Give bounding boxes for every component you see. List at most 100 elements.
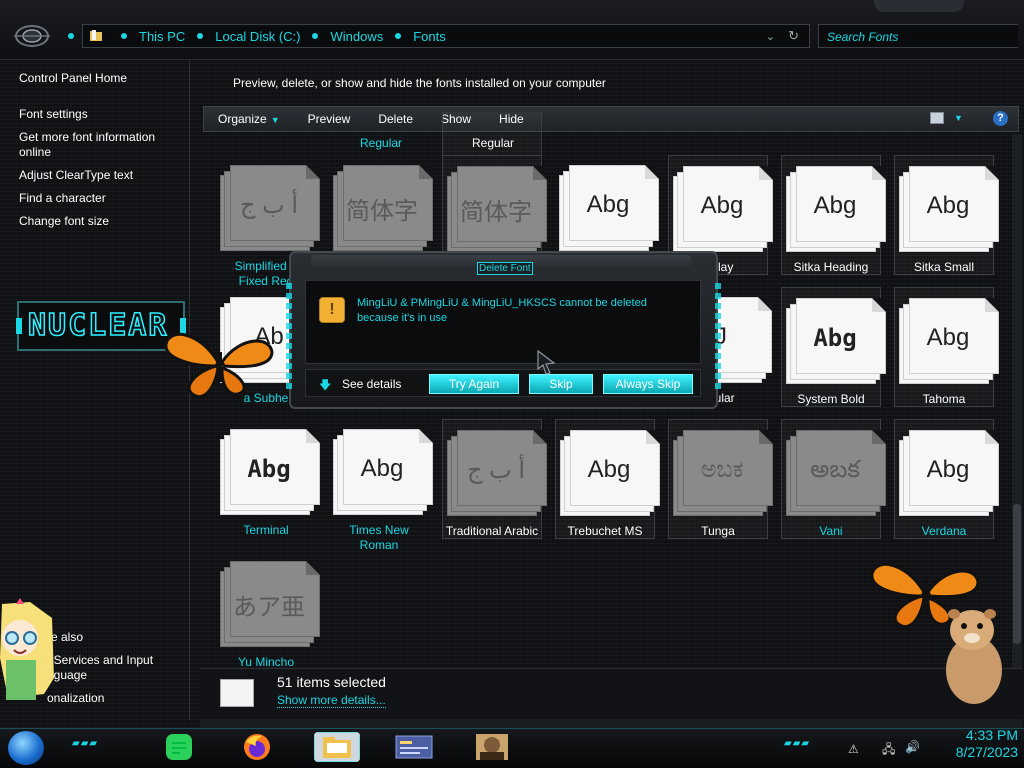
scrollbar-thumb[interactable]	[1013, 504, 1021, 644]
font-tile[interactable]: Abg Trebuchet MS	[555, 419, 660, 539]
font-tile[interactable]: Abg Sitka Heading	[781, 155, 886, 275]
font-tile[interactable]: Abg System Bold	[781, 287, 886, 407]
search-input[interactable]: Search Fonts	[818, 24, 1018, 48]
font-tile[interactable]: Abg Sitka Small	[894, 155, 999, 275]
selection-count: 51 items selected	[277, 674, 386, 690]
font-tile[interactable]: Abg Tahoma	[894, 287, 999, 407]
help-icon[interactable]: ?	[993, 111, 1008, 126]
change-view-icon[interactable]	[930, 112, 944, 124]
sidebar-font-settings[interactable]: Font settings	[19, 107, 88, 122]
font-tile[interactable]: Abg Times New Roman	[329, 419, 433, 552]
font-tile[interactable]: అబక Vani	[781, 419, 886, 539]
window-controls-nub[interactable]	[874, 0, 964, 12]
folder-icon	[90, 30, 102, 41]
font-preview-glyph: Abg	[700, 192, 744, 219]
breadcrumb-separator-icon	[197, 33, 204, 39]
network-alert-icon[interactable]: ⚠	[848, 742, 859, 756]
caret-down-icon: ▼	[270, 115, 280, 125]
breadcrumb-windows[interactable]: Windows	[330, 29, 383, 44]
always-skip-button[interactable]: Always Skip	[603, 374, 693, 394]
sidebar-text-services[interactable]: t Services and Input nguage	[47, 653, 153, 683]
box-app-icon[interactable]	[474, 732, 510, 762]
sidebar-control-panel-home[interactable]: Control Panel Home	[19, 71, 127, 86]
clock-time: 4:33 PM	[965, 727, 1018, 743]
font-tile[interactable]: Abg Verdana	[894, 419, 999, 539]
font-preview-glyph: Abg	[360, 455, 404, 482]
font-preview-glyph: 简体字	[346, 198, 418, 225]
mouse-cursor-icon	[537, 349, 556, 375]
font-name-label: Verdana	[921, 524, 967, 538]
start-orb-icon[interactable]	[8, 731, 44, 765]
font-name-label: System Bold	[797, 392, 865, 406]
font-preview-glyph: Abg	[813, 324, 857, 352]
sidebar-adjust-cleartype[interactable]: Adjust ClearType text	[19, 168, 133, 183]
taskbar	[0, 728, 1024, 768]
font-name-label: Sitka Heading	[793, 260, 869, 274]
caret-down-icon[interactable]: ▼	[954, 113, 963, 123]
clock-date: 8/27/2023	[955, 744, 1018, 760]
font-tile[interactable]: ಅಬಕ Tunga	[668, 419, 773, 539]
nuclear-logo-text: NUCLEAR	[27, 307, 169, 344]
font-tile[interactable]: أ ب ج Traditional Arabic	[442, 419, 547, 539]
command-bar: Organize ▼ Preview Delete Show Hide	[203, 106, 1019, 132]
breadcrumb-separator-icon	[395, 33, 402, 39]
font-name-label: Tahoma	[922, 392, 966, 406]
see-details-toggle[interactable]: See details	[342, 377, 401, 391]
font-preview-glyph: Abg	[247, 455, 291, 483]
skip-button[interactable]: Skip	[529, 374, 593, 394]
breadcrumb-this-pc[interactable]: This PC	[139, 29, 185, 44]
network-icon[interactable]: 🖧	[882, 740, 895, 761]
font-preview-glyph: Abg	[587, 456, 631, 483]
breadcrumb-fonts[interactable]: Fonts	[413, 29, 446, 44]
font-preview-glyph: ಅಬಕ	[700, 456, 744, 483]
recent-locations-icon[interactable]	[68, 33, 74, 39]
sidebar-change-font-size[interactable]: Change font size	[19, 214, 109, 229]
vertical-scrollbar[interactable]	[1012, 134, 1022, 668]
preview-button[interactable]: Preview	[294, 112, 365, 126]
selected-fonts-thumbnail	[220, 679, 254, 707]
font-name-label: Times New Roman	[349, 523, 409, 552]
sidebar-find-character[interactable]: Find a character	[19, 191, 106, 206]
breadcrumb: This PC Local Disk (C:) Windows Fonts	[109, 29, 446, 44]
font-preview-glyph: Abg	[926, 324, 970, 351]
expand-details-icon[interactable]: 🡇	[319, 376, 331, 397]
taskbar-clock[interactable]: 4:33 PM 8/27/2023	[932, 727, 1018, 761]
try-again-button[interactable]: Try Again	[429, 374, 519, 394]
taskbar-right-accent: ▰▰▰	[784, 738, 811, 749]
font-name-label: Trebuchet MS	[567, 524, 643, 538]
chevron-down-icon[interactable]: ⌄	[766, 30, 775, 43]
show-more-details-link[interactable]: Show more details...	[277, 693, 386, 708]
hamster-icon	[946, 609, 1002, 704]
font-name-label: Vani	[819, 524, 843, 538]
font-preview-glyph: أ ب ج	[239, 192, 299, 219]
font-tile[interactable]: Abg Terminal	[216, 419, 320, 539]
back-button-orb-icon[interactable]	[14, 22, 50, 50]
control-panel-icon[interactable]	[394, 732, 434, 762]
font-preview-glyph: Abg	[586, 191, 630, 218]
font-name-label: Sitka Small	[913, 260, 975, 274]
font-tile[interactable]: あア亜 Yu Mincho	[216, 551, 320, 671]
organize-label: Organize	[218, 112, 267, 126]
firefox-icon[interactable]	[242, 732, 272, 762]
delete-button[interactable]: Delete	[364, 112, 427, 126]
horizontal-scrollbar[interactable]	[200, 720, 1022, 728]
organize-button[interactable]: Organize ▼	[204, 112, 294, 126]
volume-icon[interactable]: 🔊	[905, 740, 920, 754]
dialog-message: MingLiU & PMingLiU & MingLiU_HKSCS canno…	[357, 297, 647, 324]
warning-icon: !	[319, 297, 345, 323]
file-explorer-icon[interactable]	[314, 732, 360, 762]
butterfly-icon	[164, 332, 274, 399]
font-preview-glyph: Abg	[926, 456, 970, 483]
page-description: Preview, delete, or show and hide the fo…	[233, 76, 606, 90]
font-preview-glyph: Abg	[926, 192, 970, 219]
sidebar-get-more-font-info[interactable]: Get more font information online	[19, 130, 169, 160]
address-bar[interactable]: This PC Local Disk (C:) Windows Fonts ⌄ …	[82, 24, 810, 48]
font-preview-glyph: అబక	[810, 456, 860, 483]
breadcrumb-separator-icon	[121, 33, 127, 39]
breadcrumb-local-disk[interactable]: Local Disk (C:)	[215, 29, 300, 44]
refresh-icon[interactable]: ↻	[788, 28, 799, 44]
font-name-label: Tunga	[701, 524, 735, 538]
notes-app-icon[interactable]	[164, 732, 194, 762]
font-label-partial: Regular	[472, 136, 515, 150]
font-label-partial: Regular	[360, 136, 403, 150]
